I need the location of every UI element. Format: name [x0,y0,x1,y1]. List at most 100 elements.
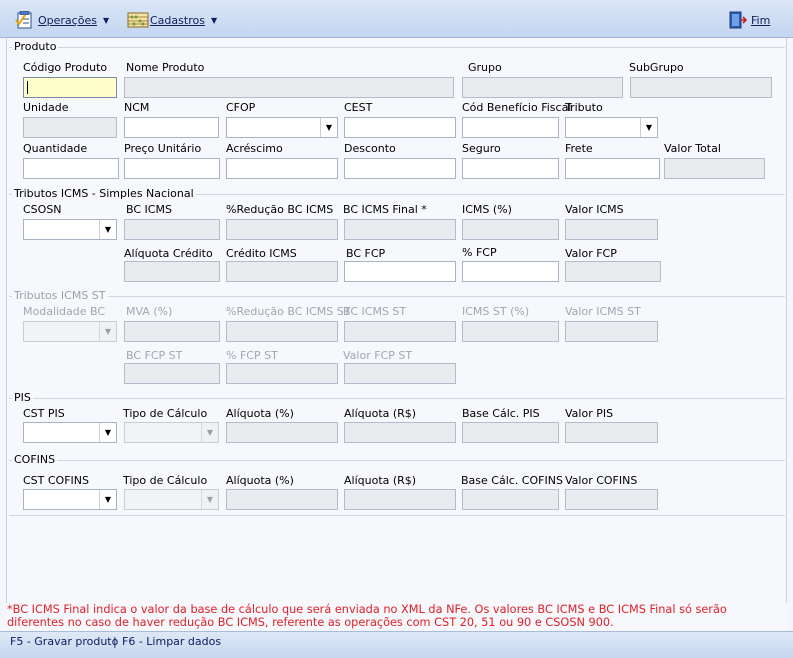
unidade-label: Unidade [23,101,69,114]
base-calc-cofins-input[interactable] [462,489,559,510]
pct-fcp-input[interactable] [462,261,559,282]
chevron-down-icon[interactable]: ▼ [99,423,116,442]
group-icms-st-title: Tributos ICMS ST [12,289,108,302]
aliquota-pct-cofins-input[interactable] [226,489,338,510]
mva-input[interactable] [124,321,220,342]
valor-icms-st-label: Valor ICMS ST [565,305,641,318]
desconto-input[interactable] [344,158,456,179]
valor-fcp-label: Valor FCP [565,247,617,260]
cest-input[interactable] [344,117,456,138]
bc-icms-st-input[interactable] [344,321,456,342]
pct-fcp-st-input[interactable] [226,363,338,384]
reducao-bc-icms-label: %Redução BC ICMS [226,203,334,216]
subgrupo-input[interactable] [630,77,772,98]
modalidade-bc-select[interactable]: ▼ [23,321,117,342]
seguro-input[interactable] [462,158,559,179]
modalidade-bc-label: Modalidade BC [23,305,106,318]
aliquota-rs-pis-label: Alíquota (R$) [344,407,417,420]
chevron-down-icon[interactable]: ▼ [640,118,657,137]
bc-icms-final-input[interactable] [344,219,456,240]
pct-fcp-st-label: % FCP ST [226,349,278,362]
reducao-bc-icms-input[interactable] [226,219,338,240]
aliquota-pct-cofins-label: Alíquota (%) [226,474,294,487]
tributo-select[interactable]: ▼ [565,117,658,138]
bc-icms-input[interactable] [124,219,220,240]
valor-icms-label: Valor ICMS [565,203,624,216]
chevron-down-icon[interactable]: ▼ [99,322,116,341]
tipo-calculo-cofins-select[interactable]: ▼ [124,489,219,510]
valor-icms-st-input[interactable] [565,321,658,342]
aliquota-pct-pis-input[interactable] [226,422,338,443]
grupo-input[interactable] [462,77,623,98]
shortcut-f5[interactable]: F5 - Gravar produto [10,635,118,648]
ncm-label: NCM [124,101,150,114]
acrescimo-input[interactable] [226,158,338,179]
group-divider [9,515,785,516]
icms-st-pct-input[interactable] [462,321,559,342]
menu-operacoes[interactable]: Operações ▼ [15,10,109,30]
bc-fcp-input[interactable] [344,261,456,282]
menu-fim[interactable]: Fim [728,10,770,30]
menu-bar: Operações ▼ Cadastros ▼ Fim [0,0,793,38]
cest-label: CEST [344,101,373,114]
chevron-down-icon[interactable]: ▼ [320,118,337,137]
icms-st-pct-label: ICMS ST (%) [462,305,530,318]
quantidade-input[interactable] [23,158,119,179]
aliquota-rs-pis-input[interactable] [344,422,456,443]
ncm-input[interactable] [124,117,219,138]
valor-total-label: Valor Total [664,142,721,155]
preco-unitario-input[interactable] [124,158,220,179]
codigo-produto-input[interactable] [23,77,117,98]
checklist-icon [15,11,35,29]
chevron-down-icon[interactable]: ▼ [99,220,116,239]
group-divider [9,296,785,297]
shortcut-f6[interactable]: F6 - Limpar dados [122,635,221,648]
preco-unitario-label: Preço Unitário [124,142,202,155]
valor-fcp-st-label: Valor FCP ST [343,349,413,362]
nome-produto-input[interactable] [124,77,454,98]
base-calc-pis-label: Base Cálc. PIS [462,407,540,420]
nome-produto-label: Nome Produto [126,61,205,74]
aliquota-pct-pis-label: Alíquota (%) [226,407,294,420]
menu-cadastros[interactable]: Cadastros ▼ [127,10,217,30]
tipo-calculo-pis-select[interactable]: ▼ [124,422,219,443]
chevron-down-icon[interactable]: ▼ [201,423,218,442]
valor-fcp-input[interactable] [565,261,661,282]
valor-icms-input[interactable] [565,219,658,240]
cst-pis-label: CST PIS [23,407,65,420]
reducao-bc-icms-st-label: %Redução BC ICMS ST [226,305,351,318]
reducao-bc-icms-st-input[interactable] [226,321,338,342]
bc-icms-label: BC ICMS [126,203,172,216]
status-bar: F5 - Gravar produto | F6 - Limpar dados [0,631,793,658]
csosn-select[interactable]: ▼ [23,219,117,240]
form-content: Produto Código Produto Nome Produto Grup… [6,38,787,603]
base-calc-pis-input[interactable] [462,422,559,443]
status-separator: | [113,635,117,648]
group-cofins-title: COFINS [12,453,58,466]
csosn-label: CSOSN [23,203,62,216]
unidade-input[interactable] [23,117,117,138]
valor-fcp-st-input[interactable] [344,363,456,384]
cst-pis-select[interactable]: ▼ [23,422,117,443]
aliquota-rs-cofins-input[interactable] [344,489,456,510]
aliquota-credito-input[interactable] [124,261,220,282]
chevron-down-icon[interactable]: ▼ [99,490,116,509]
valor-total-input[interactable] [664,158,765,179]
tipo-calculo-pis-label: Tipo de Cálculo [123,407,208,420]
valor-pis-input[interactable] [565,422,658,443]
menu-cadastros-label: Cadastros [150,13,205,27]
beneficio-fiscal-label: Cód Benefício Fiscal [462,101,572,114]
cfop-select[interactable]: ▼ [226,117,338,138]
icms-pct-input[interactable] [462,219,559,240]
frete-input[interactable] [565,158,660,179]
credito-icms-input[interactable] [226,261,338,282]
group-divider [9,47,785,48]
aliquota-credito-label: Alíquota Crédito [124,247,213,260]
chevron-down-icon[interactable]: ▼ [201,490,218,509]
cst-cofins-select[interactable]: ▼ [23,489,117,510]
beneficio-fiscal-input[interactable] [462,117,559,138]
bc-fcp-st-input[interactable] [124,363,220,384]
valor-cofins-input[interactable] [565,489,658,510]
quantidade-label: Quantidade [23,142,88,155]
group-icms-sn-title: Tributos ICMS - Simples Nacional [12,187,196,200]
